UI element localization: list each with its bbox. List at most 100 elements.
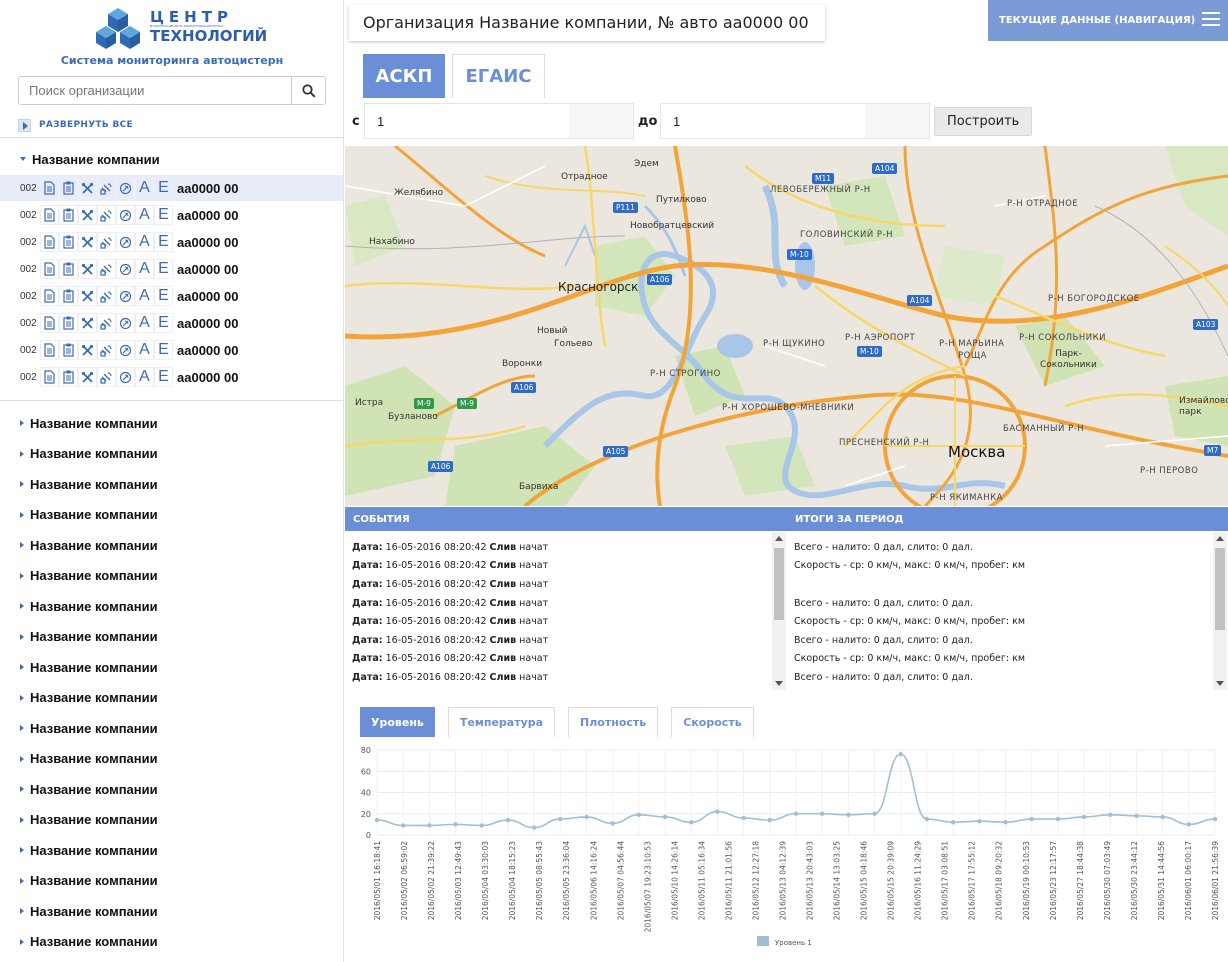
tools-icon[interactable] <box>78 178 97 198</box>
tools-icon[interactable] <box>78 340 97 360</box>
company-item[interactable]: Название компании <box>20 627 158 647</box>
vehicle-row[interactable]: 002 А Еаа0000 00 <box>0 229 343 255</box>
document-icon[interactable] <box>40 232 59 252</box>
clipboard-icon[interactable] <box>59 259 78 279</box>
signal-icon[interactable] <box>116 313 135 333</box>
document-icon[interactable] <box>40 286 59 306</box>
company-item[interactable]: Название компании <box>20 779 158 799</box>
letter-e-icon[interactable]: Е <box>154 286 173 306</box>
letter-a-icon[interactable]: А <box>135 259 154 279</box>
company-item[interactable]: Название компании <box>20 596 158 616</box>
tools-icon[interactable] <box>78 205 97 225</box>
tab-temperature[interactable]: Температура <box>447 707 556 737</box>
events-list[interactable]: Дата: 16-05-2016 08:20:42 Слив начат Дата… <box>352 532 770 690</box>
build-button[interactable]: Построить <box>934 106 1033 136</box>
company-item[interactable]: Название компании <box>20 932 158 952</box>
signal-icon[interactable] <box>116 178 135 198</box>
from-input[interactable]: 1 <box>364 103 634 139</box>
satellite-icon[interactable] <box>97 232 116 252</box>
vehicle-row[interactable]: 002 А Еаа0000 00 <box>0 283 343 309</box>
search-input[interactable] <box>18 76 292 105</box>
scroll-thumb[interactable] <box>774 548 784 620</box>
tab-level[interactable]: Уровень <box>360 707 435 737</box>
scroll-thumb[interactable] <box>1215 548 1225 630</box>
company-item[interactable]: Название компании <box>20 413 158 433</box>
tab-density[interactable]: Плотность <box>568 707 659 737</box>
company-item[interactable]: Название компании <box>20 474 158 494</box>
vehicle-row[interactable]: 002 А Еаа0000 00 <box>0 364 343 390</box>
company-item[interactable]: Название компании <box>20 810 158 830</box>
to-input[interactable]: 1 <box>660 103 930 139</box>
company-item[interactable]: Название компании <box>20 840 158 860</box>
signal-icon[interactable] <box>116 286 135 306</box>
vehicle-row[interactable]: 002 А Еаа0000 00 <box>0 256 343 282</box>
letter-e-icon[interactable]: Е <box>154 205 173 225</box>
satellite-icon[interactable] <box>97 340 116 360</box>
clipboard-icon[interactable] <box>59 340 78 360</box>
company-item[interactable]: Название компании <box>20 718 158 738</box>
satellite-icon[interactable] <box>97 367 116 387</box>
tools-icon[interactable] <box>78 367 97 387</box>
company-item[interactable]: Название компании <box>20 749 158 769</box>
document-icon[interactable] <box>40 367 59 387</box>
letter-a-icon[interactable]: А <box>135 367 154 387</box>
clipboard-icon[interactable] <box>59 286 78 306</box>
vehicle-row[interactable]: 002 А Еаа0000 00 <box>0 310 343 336</box>
letter-e-icon[interactable]: Е <box>154 232 173 252</box>
satellite-icon[interactable] <box>97 286 116 306</box>
satellite-icon[interactable] <box>97 259 116 279</box>
totals-scrollbar[interactable] <box>1213 532 1227 690</box>
satellite-icon[interactable] <box>97 205 116 225</box>
letter-a-icon[interactable]: А <box>135 313 154 333</box>
company-item[interactable]: Название компании <box>20 657 158 677</box>
company-item[interactable]: Название компании <box>20 688 158 708</box>
company-item[interactable]: Название компании <box>20 444 158 464</box>
expand-all-button[interactable]: РАЗВЕРНУТЬ ВСЕ <box>18 117 133 133</box>
satellite-icon[interactable] <box>97 313 116 333</box>
tab-egais[interactable]: ЕГАИС <box>452 54 545 98</box>
document-icon[interactable] <box>40 259 59 279</box>
document-icon[interactable] <box>40 205 59 225</box>
satellite-icon[interactable] <box>97 178 116 198</box>
vehicle-row[interactable]: 002 А Еаа0000 00 <box>0 202 343 228</box>
company-item[interactable]: Название компании <box>20 535 158 555</box>
document-icon[interactable] <box>40 178 59 198</box>
tools-icon[interactable] <box>78 313 97 333</box>
clipboard-icon[interactable] <box>59 205 78 225</box>
tools-icon[interactable] <box>78 232 97 252</box>
letter-e-icon[interactable]: Е <box>154 178 173 198</box>
tools-icon[interactable] <box>78 259 97 279</box>
company-item[interactable]: Название компании <box>20 901 158 921</box>
search-button[interactable] <box>291 76 326 105</box>
company-item[interactable]: Название компании <box>20 871 158 891</box>
letter-e-icon[interactable]: Е <box>154 259 173 279</box>
map-view[interactable]: Эдем Отрадное Желябино Путилково Новобра… <box>345 146 1228 506</box>
letter-a-icon[interactable]: А <box>135 232 154 252</box>
signal-icon[interactable] <box>116 340 135 360</box>
tab-askp[interactable]: АСКП <box>363 54 445 98</box>
signal-icon[interactable] <box>116 367 135 387</box>
clipboard-icon[interactable] <box>59 313 78 333</box>
signal-icon[interactable] <box>116 259 135 279</box>
company-item-expanded[interactable]: Название компании <box>20 149 160 169</box>
clipboard-icon[interactable] <box>59 367 78 387</box>
letter-a-icon[interactable]: А <box>135 340 154 360</box>
signal-icon[interactable] <box>116 205 135 225</box>
clipboard-icon[interactable] <box>59 232 78 252</box>
letter-e-icon[interactable]: Е <box>154 340 173 360</box>
totals-list[interactable]: Всего - налито: 0 дал, слито: 0 дал. Скор… <box>794 532 1212 690</box>
vehicle-row[interactable]: 002 А Еаа0000 00 <box>0 175 343 201</box>
company-item[interactable]: Название компании <box>20 505 158 525</box>
document-icon[interactable] <box>40 340 59 360</box>
tools-icon[interactable] <box>78 286 97 306</box>
letter-a-icon[interactable]: А <box>135 205 154 225</box>
tab-speed[interactable]: Скорость <box>671 707 754 737</box>
events-scrollbar[interactable] <box>772 532 786 690</box>
letter-e-icon[interactable]: Е <box>154 313 173 333</box>
letter-e-icon[interactable]: Е <box>154 367 173 387</box>
navigation-menu-button[interactable]: ТЕКУЩИЕ ДАННЫЕ (НАВИГАЦИЯ) <box>988 0 1228 41</box>
document-icon[interactable] <box>40 313 59 333</box>
letter-a-icon[interactable]: А <box>135 178 154 198</box>
company-item[interactable]: Название компании <box>20 566 158 586</box>
vehicle-row[interactable]: 002 А Еаа0000 00 <box>0 337 343 363</box>
